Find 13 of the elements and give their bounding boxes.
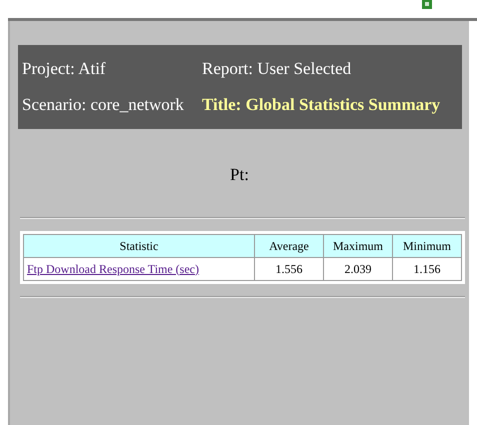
- column-header: Average: [254, 234, 324, 258]
- column-header: Statistic: [24, 234, 254, 258]
- table-cell: 2.039: [324, 258, 392, 280]
- report-title: Title: Global Statistics Summary: [202, 95, 440, 115]
- table-cell: 1.156: [392, 258, 462, 280]
- column-header: Minimum: [392, 234, 462, 258]
- report-label: Report: User Selected: [202, 59, 352, 79]
- table-cell: 1.556: [254, 258, 324, 280]
- status-icon: [422, 0, 432, 9]
- caption: Pt:: [230, 165, 249, 184]
- column-header: Maximum: [324, 234, 392, 258]
- scenario-label: Scenario: core_network: [22, 95, 185, 115]
- project-label: Project: Atif: [22, 59, 107, 79]
